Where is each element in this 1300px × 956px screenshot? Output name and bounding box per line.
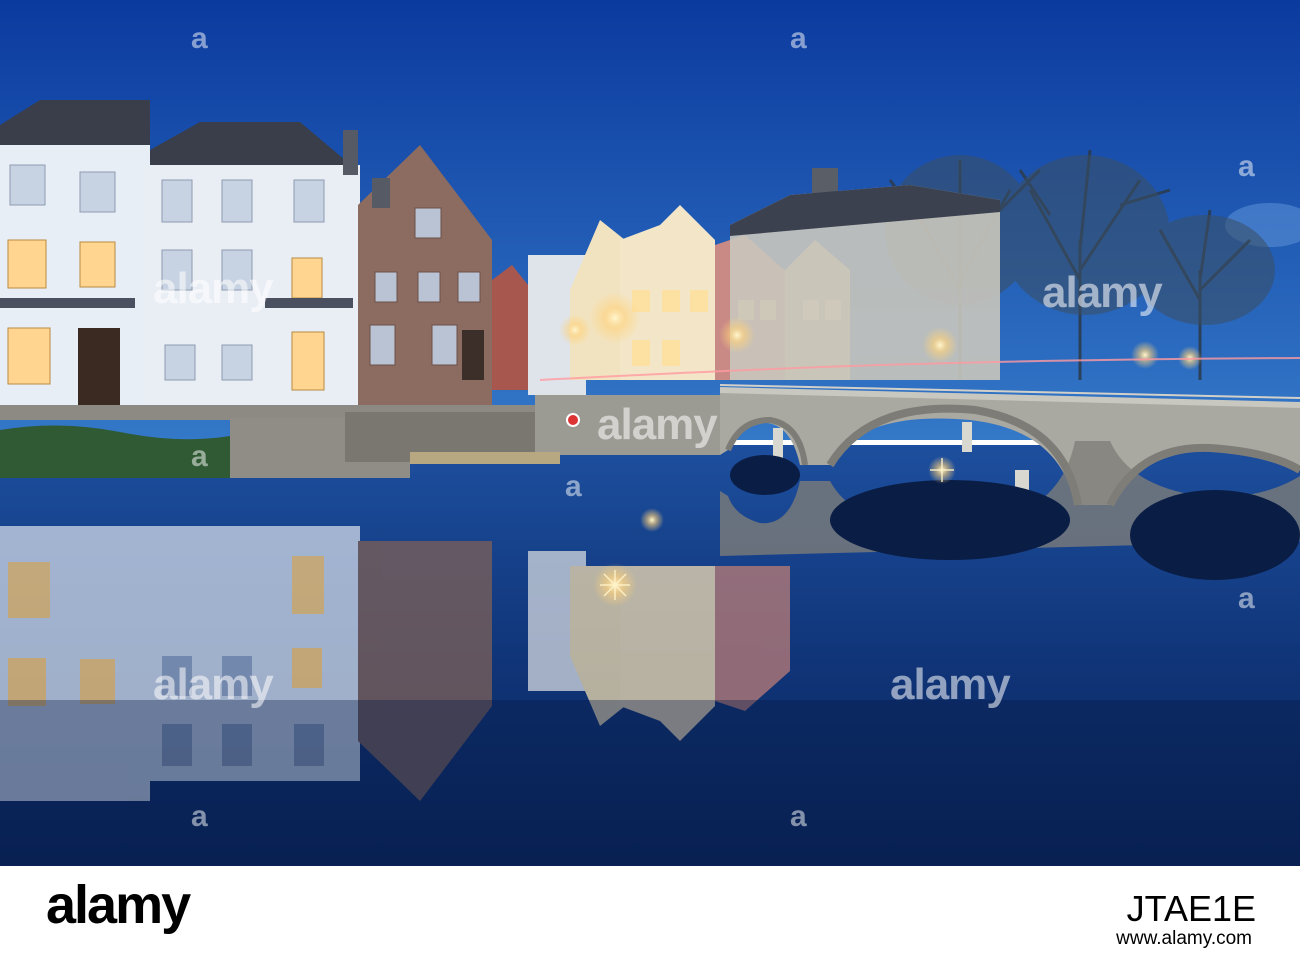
footer-logo: alamy — [46, 875, 191, 935]
image-stage: a a a a a a a a alamy alamy alamy alamy … — [0, 0, 1300, 956]
image-id: JTAE1E — [1126, 888, 1256, 929]
white-townhouses — [0, 100, 360, 420]
red-gable-house — [492, 265, 528, 390]
site-url: www.alamy.com — [1116, 928, 1252, 949]
canal-night-photo — [0, 0, 1300, 866]
footer-bar: alamy JTAE1E www.alamy.com — [0, 866, 1300, 956]
